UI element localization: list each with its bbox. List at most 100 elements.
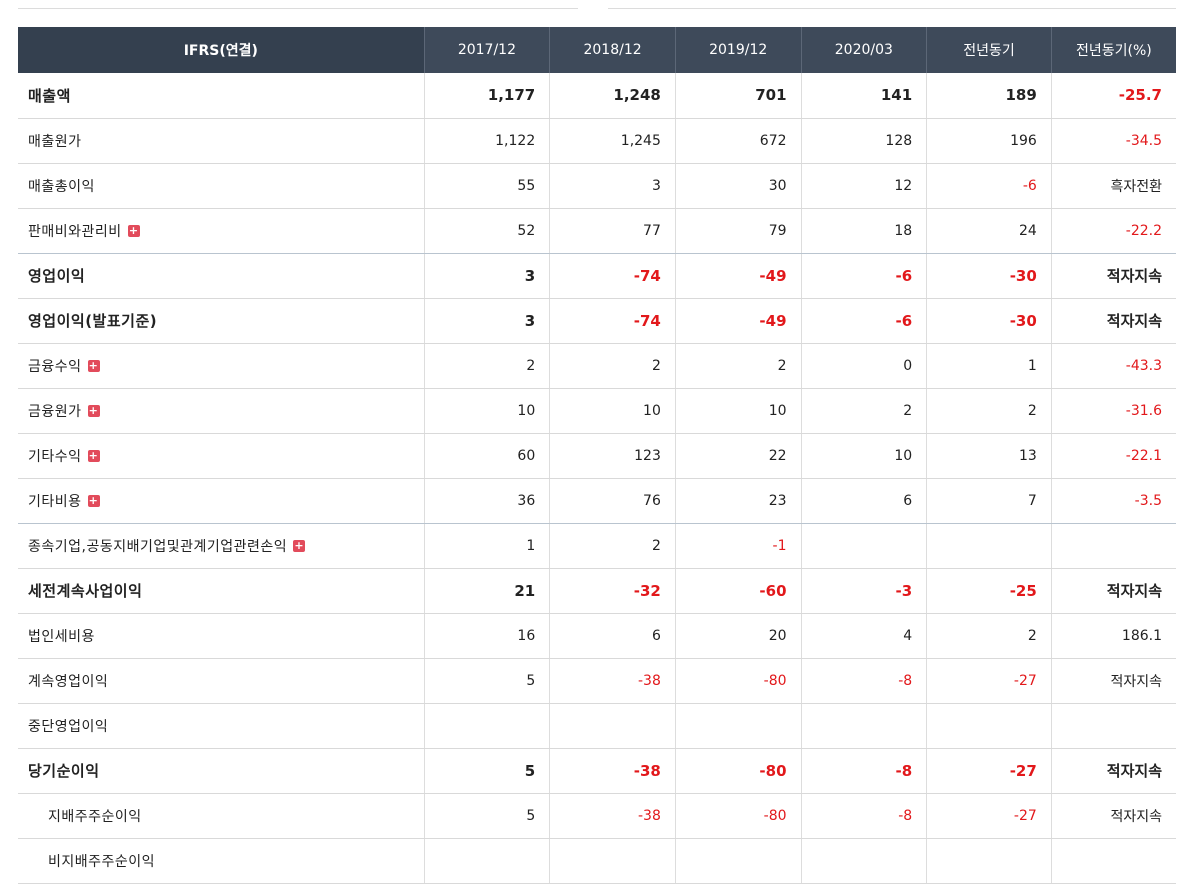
- top-divider-left: [18, 8, 578, 9]
- value-cell: 5: [423, 793, 550, 839]
- row-label: 계속영업이익: [28, 673, 109, 690]
- value-cell: -8: [800, 658, 927, 704]
- value-cell: -27: [926, 658, 1052, 704]
- row-label-cell: 기타수익 +: [18, 433, 425, 479]
- table-row: 기타수익 +60 123 22 10 13 -22.1: [18, 433, 1176, 479]
- value-cell: 3: [549, 163, 676, 209]
- value-cell: 10: [674, 388, 802, 434]
- table-row: 판매비와관리비 +52 77 79 18 24 -22.2: [18, 208, 1176, 254]
- table-row: 영업이익(발표기준) 3 -74 -49 -6 -30 적자지속: [18, 298, 1176, 344]
- value-cell: 3: [423, 298, 550, 344]
- value-cell: -30: [926, 298, 1052, 344]
- value-cell: 1: [423, 523, 550, 569]
- value-cell: -22.2: [1050, 208, 1176, 254]
- value-cell: 1,245: [549, 118, 676, 164]
- row-label-cell: 기타비용 +: [18, 478, 425, 524]
- value-cell: -74: [549, 253, 676, 299]
- top-divider-right: [608, 8, 1176, 9]
- value-cell: 적자지속: [1050, 298, 1176, 344]
- value-cell: -38: [549, 793, 676, 839]
- plus-icon[interactable]: +: [87, 404, 100, 417]
- row-label-cell: 중단영업이익: [18, 703, 425, 749]
- plus-icon[interactable]: +: [87, 359, 100, 372]
- value-cell: -1: [674, 523, 802, 569]
- row-label: 당기순이익: [28, 762, 100, 780]
- value-cell: -49: [674, 253, 802, 299]
- row-label: 매출원가: [28, 133, 82, 150]
- value-cell: [674, 703, 802, 749]
- value-cell: -49: [674, 298, 802, 344]
- value-cell: -3: [800, 568, 927, 614]
- value-cell: [926, 838, 1052, 884]
- row-label-cell: 금융원가 +: [18, 388, 425, 434]
- value-cell: [423, 838, 550, 884]
- table-row: 금융원가 +10 10 10 2 2 -31.6: [18, 388, 1176, 434]
- value-cell: 적자지속: [1050, 748, 1176, 794]
- table-row: 세전계속사업이익 21 -32 -60 -3 -25 적자지속: [18, 568, 1176, 614]
- income-statement-table: IFRS(연결) 2017/12 2018/12 2019/12 2020/03…: [18, 27, 1176, 884]
- row-label: 금융수익: [28, 358, 82, 375]
- value-cell: 79: [674, 208, 802, 254]
- value-cell: 189: [926, 73, 1052, 119]
- value-cell: 10: [800, 433, 927, 479]
- value-cell: 2: [423, 343, 550, 389]
- value-cell: 1,177: [423, 73, 550, 119]
- value-cell: 적자지속: [1050, 658, 1176, 704]
- table-row: 당기순이익 5 -38 -80 -8 -27 적자지속: [18, 748, 1176, 794]
- value-cell: -30: [926, 253, 1052, 299]
- header-col: 2019/12: [675, 27, 802, 73]
- value-cell: -60: [674, 568, 802, 614]
- plus-icon[interactable]: +: [293, 539, 306, 552]
- value-cell: 12: [800, 163, 927, 209]
- value-cell: 20: [674, 613, 802, 659]
- value-cell: 2: [549, 523, 676, 569]
- value-cell: [1050, 838, 1176, 884]
- row-label: 기타수익: [28, 448, 82, 465]
- table-row: 매출원가 1,122 1,245 672 128 196 -34.5: [18, 118, 1176, 164]
- value-cell: -34.5: [1050, 118, 1176, 164]
- value-cell: 123: [549, 433, 676, 479]
- value-cell: 128: [800, 118, 927, 164]
- value-cell: -6: [926, 163, 1052, 209]
- value-cell: -74: [549, 298, 676, 344]
- value-cell: 196: [926, 118, 1052, 164]
- value-cell: 흑자전환: [1050, 163, 1176, 209]
- row-label: 판매비와관리비: [28, 223, 122, 240]
- row-label: 법인세비용: [28, 628, 95, 645]
- table-row: 금융수익 +2 2 2 0 1 -43.3: [18, 343, 1176, 389]
- row-label-cell: 계속영업이익: [18, 658, 425, 704]
- value-cell: [674, 838, 802, 884]
- value-cell: -25: [926, 568, 1052, 614]
- value-cell: 3: [423, 253, 550, 299]
- value-cell: 76: [549, 478, 676, 524]
- plus-icon[interactable]: +: [87, 449, 100, 462]
- table-row: 기타비용 +36 76 23 6 7 -3.5: [18, 478, 1176, 524]
- value-cell: 4: [800, 613, 927, 659]
- value-cell: 5: [423, 748, 550, 794]
- value-cell: -43.3: [1050, 343, 1176, 389]
- value-cell: 적자지속: [1050, 568, 1176, 614]
- value-cell: 16: [423, 613, 550, 659]
- row-label: 영업이익(발표기준): [28, 312, 158, 330]
- value-cell: 55: [423, 163, 550, 209]
- row-label-cell: 비지배주주순이익: [18, 838, 425, 884]
- value-cell: [1050, 523, 1176, 569]
- value-cell: 21: [423, 568, 550, 614]
- value-cell: -31.6: [1050, 388, 1176, 434]
- value-cell: 24: [926, 208, 1052, 254]
- value-cell: 1,122: [423, 118, 550, 164]
- value-cell: 10: [423, 388, 550, 434]
- row-label-cell: 지배주주순이익: [18, 793, 425, 839]
- plus-icon[interactable]: +: [127, 224, 140, 237]
- value-cell: 141: [800, 73, 927, 119]
- value-cell: 672: [674, 118, 802, 164]
- value-cell: 6: [800, 478, 927, 524]
- value-cell: -38: [549, 658, 676, 704]
- row-label: 세전계속사업이익: [28, 582, 143, 600]
- value-cell: [1050, 703, 1176, 749]
- plus-icon[interactable]: +: [87, 494, 100, 507]
- row-label-cell: 당기순이익: [18, 748, 425, 794]
- row-label: 영업이익: [28, 267, 86, 285]
- value-cell: -8: [800, 748, 927, 794]
- value-cell: 0: [800, 343, 927, 389]
